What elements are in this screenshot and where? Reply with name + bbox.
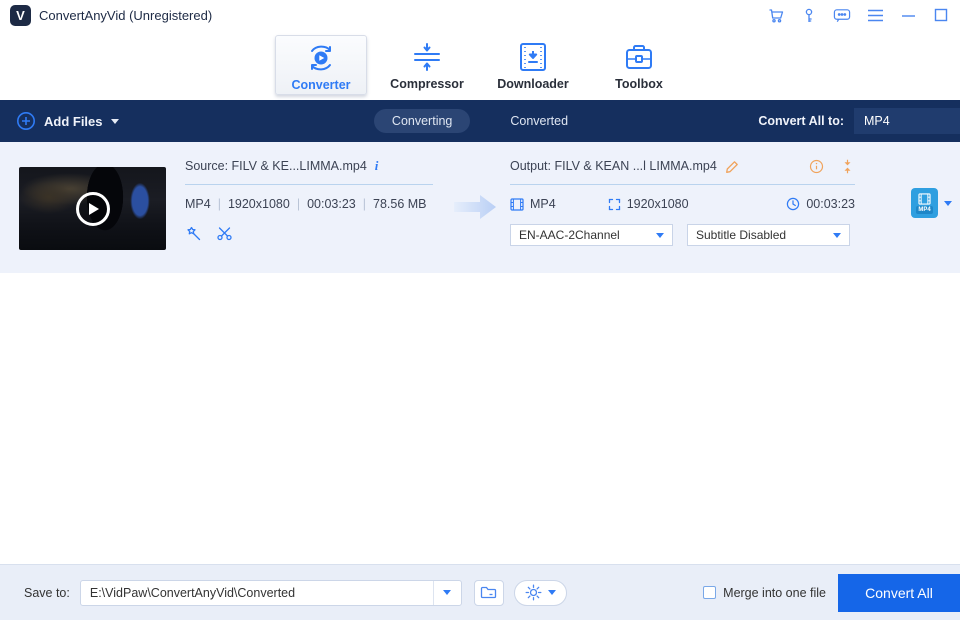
folder-icon: [480, 585, 497, 600]
output-duration: 00:03:23: [806, 197, 855, 211]
save-path-dropdown[interactable]: [433, 581, 461, 605]
source-info-icon[interactable]: i: [375, 158, 379, 174]
output-info-icon[interactable]: [809, 159, 824, 174]
add-files-label: Add Files: [44, 114, 103, 129]
downloader-icon: [518, 40, 548, 74]
tab-compressor[interactable]: Compressor: [381, 35, 473, 95]
tab-downloader-label: Downloader: [497, 77, 569, 91]
film-icon: [918, 193, 931, 205]
format-caret-icon[interactable]: [944, 201, 952, 206]
divider: [185, 184, 433, 185]
merge-label: Merge into one file: [723, 586, 826, 600]
video-thumbnail[interactable]: [19, 167, 166, 250]
plus-circle-icon: [16, 111, 36, 131]
maximize-icon[interactable]: [932, 6, 950, 24]
save-path-value[interactable]: E:\VidPaw\ConvertAnyVid\Converted: [81, 586, 433, 600]
divider: [510, 184, 855, 185]
tab-converter-label: Converter: [291, 78, 350, 92]
source-filename: Source: FILV & KE...LIMMA.mp4: [185, 159, 367, 173]
file-list: Source: FILV & KE...LIMMA.mp4 i MP4| 192…: [0, 142, 960, 273]
converter-icon: [304, 41, 338, 75]
play-icon[interactable]: [76, 192, 110, 226]
compressor-icon: [410, 40, 444, 74]
add-files-caret-icon: [111, 119, 119, 124]
add-files-button[interactable]: Add Files: [16, 111, 119, 131]
settings-button[interactable]: [514, 580, 567, 606]
save-to-label: Save to:: [24, 586, 70, 600]
tab-toolbox-label: Toolbox: [615, 77, 663, 91]
output-format-button[interactable]: MP4: [911, 188, 938, 218]
cut-scissors-icon[interactable]: [216, 225, 233, 242]
rename-pencil-icon[interactable]: [725, 159, 740, 174]
edit-effects-wand-icon[interactable]: [185, 225, 202, 242]
tab-toolbox[interactable]: Toolbox: [593, 35, 685, 95]
tab-converted[interactable]: Converted: [492, 109, 586, 133]
output-format: MP4: [530, 197, 556, 211]
merge-checkbox[interactable]: [703, 586, 716, 599]
main-nav-tabs: Converter Compressor Downloader: [0, 30, 960, 100]
tab-converting[interactable]: Converting: [374, 109, 470, 133]
output-filename: Output: FILV & KEAN ...l LIMMA.mp4: [510, 159, 717, 173]
output-settings-tune-icon[interactable]: [840, 159, 855, 174]
feedback-chat-icon[interactable]: [833, 6, 851, 24]
subtitle-value: Subtitle Disabled: [696, 228, 786, 242]
convert-arrow-icon: [452, 192, 498, 222]
tab-compressor-label: Compressor: [390, 77, 464, 91]
film-icon: [510, 198, 524, 211]
audio-caret-icon: [656, 233, 664, 238]
titlebar: V ConvertAnyVid (Unregistered): [0, 0, 960, 30]
open-folder-button[interactable]: [474, 580, 504, 606]
save-path-combobox[interactable]: E:\VidPaw\ConvertAnyVid\Converted: [80, 580, 462, 606]
output-meta: MP4 1920x1080 00:0: [510, 197, 855, 211]
output-resolution: 1920x1080: [627, 197, 689, 211]
subtitle-caret-icon: [833, 233, 841, 238]
subtitle-select[interactable]: Subtitle Disabled: [687, 224, 850, 246]
source-column: Source: FILV & KE...LIMMA.mp4 i MP4| 192…: [185, 157, 433, 242]
store-cart-icon[interactable]: [767, 6, 785, 24]
app-title: ConvertAnyVid (Unregistered): [39, 8, 212, 23]
minimize-icon[interactable]: [899, 6, 917, 24]
tab-converter[interactable]: Converter: [275, 35, 367, 95]
format-badge: MP4: [916, 206, 932, 214]
source-filesize: 78.56 MB: [373, 197, 427, 211]
output-column: Output: FILV & KEAN ...l LIMMA.mp4: [510, 157, 855, 246]
action-toolbar: Add Files Converting Converted Convert A…: [0, 100, 960, 142]
source-format: MP4: [185, 197, 211, 211]
file-row[interactable]: Source: FILV & KE...LIMMA.mp4 i MP4| 192…: [0, 142, 960, 273]
audio-track-select[interactable]: EN-AAC-2Channel: [510, 224, 673, 246]
convert-all-to-select[interactable]: MP4: [854, 108, 960, 134]
convert-all-to-label: Convert All to:: [758, 114, 844, 128]
settings-caret-icon: [548, 590, 556, 595]
toolbox-icon: [623, 40, 655, 74]
convert-all-button[interactable]: Convert All: [838, 574, 960, 612]
bottom-bar: Save to: E:\VidPaw\ConvertAnyVid\Convert…: [0, 564, 960, 620]
menu-icon[interactable]: [866, 6, 884, 24]
audio-track-value: EN-AAC-2Channel: [519, 228, 620, 242]
resolution-expand-icon: [608, 198, 621, 211]
app-logo-icon: V: [10, 5, 31, 26]
clock-icon: [786, 197, 800, 211]
gear-icon: [525, 584, 542, 601]
tab-downloader[interactable]: Downloader: [487, 35, 579, 95]
source-duration: 00:03:23: [307, 197, 356, 211]
empty-area: [0, 273, 960, 512]
register-key-icon[interactable]: [800, 6, 818, 24]
source-resolution: 1920x1080: [228, 197, 290, 211]
source-meta: MP4| 1920x1080| 00:03:23| 78.56 MB: [185, 197, 433, 211]
